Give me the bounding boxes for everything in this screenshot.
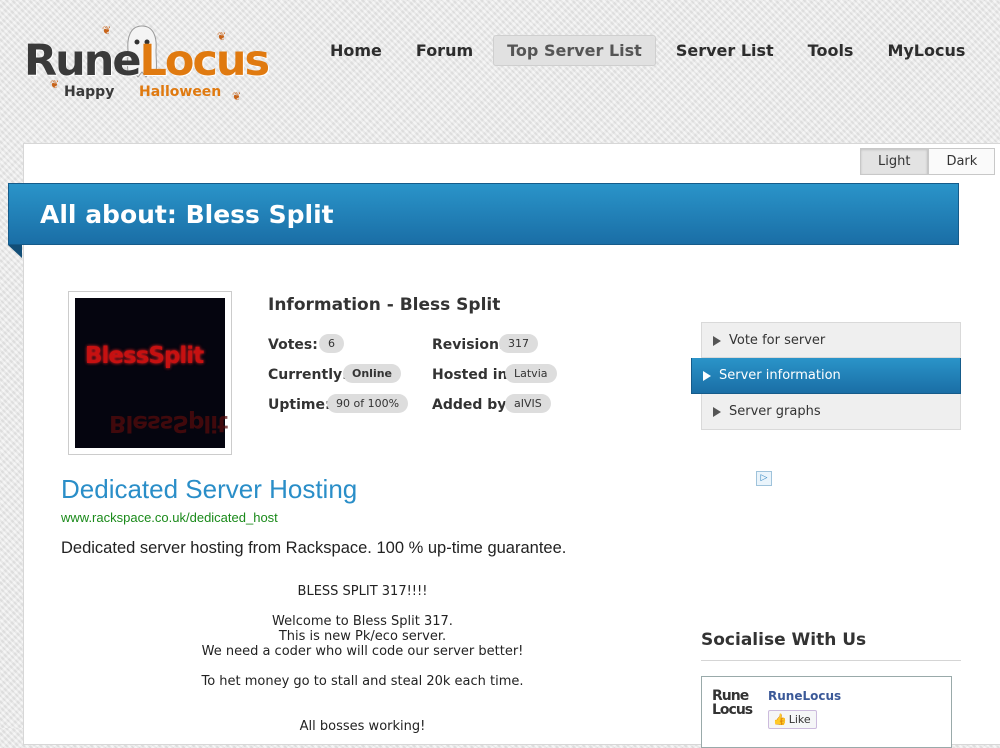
logo-word-rune: Rune (24, 36, 141, 86)
nav-mylocus[interactable]: MyLocus (873, 35, 979, 66)
caret-right-icon (713, 407, 721, 417)
fb-like-label: Like (788, 713, 811, 726)
banner-fold (8, 245, 22, 258)
page-title: All about: Bless Split (40, 200, 334, 229)
leaf-icon: ❦ (232, 90, 242, 103)
server-banner-image: BlessSplit BlessSplit (68, 291, 232, 455)
added-by-value[interactable]: aIVIS (505, 394, 551, 413)
votes-value: 6 (319, 334, 344, 353)
status-badge: Online (343, 364, 402, 383)
fb-like-button[interactable]: 👍 Like (768, 710, 817, 729)
theme-light-button[interactable]: Light (860, 148, 929, 175)
description-line: This is new Pk/eco server. (278, 629, 447, 644)
nav-tools[interactable]: Tools (794, 35, 868, 66)
divider (701, 660, 961, 661)
facebook-widget: Rune Locus RuneLocus 👍 Like (701, 676, 952, 748)
menu-graphs-label: Server graphs (729, 404, 821, 419)
logo-word-locus: Locus (139, 36, 271, 86)
server-image-text: BlessSplit (85, 343, 204, 369)
nav-top-server-list[interactable]: Top Server List (493, 35, 656, 66)
menu-vote-for-server[interactable]: Vote for server (701, 322, 961, 358)
socialise-heading: Socialise With Us (701, 630, 867, 650)
description-line: We need a coder who will code our server… (201, 644, 524, 659)
uptime-label: Uptime: (268, 397, 331, 413)
caret-right-icon (713, 336, 721, 346)
menu-server-graphs[interactable]: Server graphs (701, 394, 961, 430)
logo-halloween-text: Halloween (139, 84, 222, 100)
description-line: To het money go to stall and steal 20k e… (201, 674, 524, 689)
uptime-value: 90 of 100% (327, 394, 409, 413)
logo-happy-text: Happy (64, 84, 115, 100)
ad-title-link[interactable]: Dedicated Server Hosting (61, 474, 357, 505)
theme-toggle: Light Dark (860, 148, 996, 175)
adchoices-icon[interactable]: ▷ (756, 471, 772, 486)
theme-dark-button[interactable]: Dark (928, 148, 996, 175)
fb-page-name[interactable]: RuneLocus (768, 689, 841, 703)
leaf-icon: ❦ (50, 78, 60, 91)
leaf-icon: ❦ (217, 30, 227, 43)
info-title: Information - Bless Split (268, 295, 501, 315)
hosted-value: Latvia (505, 364, 557, 383)
description-heading: BLESS SPLIT 317!!!! (297, 584, 428, 599)
site-logo[interactable]: RuneLocus Happy Halloween ❦ ❦ ❦ ❦ (22, 24, 270, 108)
description-line: Welcome to Bless Split 317. (272, 614, 453, 629)
nav-forum[interactable]: Forum (402, 35, 487, 66)
menu-info-label: Server information (719, 368, 841, 383)
nav-server-list[interactable]: Server List (662, 35, 788, 66)
description-line: All bosses working! (299, 719, 426, 734)
hosted-label: Hosted in: (432, 367, 514, 383)
fb-logo-line2: Locus (712, 702, 753, 718)
thumbs-up-icon: 👍 (773, 713, 787, 726)
page-banner: All about: Bless Split (8, 183, 959, 245)
menu-vote-label: Vote for server (729, 333, 826, 348)
menu-server-information[interactable]: Server information (691, 358, 961, 394)
server-description: BLESS SPLIT 317!!!! Welcome to Bless Spl… (130, 584, 595, 734)
server-image-reflection: BlessSplit (109, 410, 228, 436)
ad-description: Dedicated server hosting from Rackspace.… (61, 539, 567, 557)
currently-label: Currently: (268, 367, 348, 383)
revision-label: Revision: (432, 337, 505, 353)
fb-page-logo[interactable]: Rune Locus (712, 689, 764, 729)
nav-home[interactable]: Home (316, 35, 396, 66)
ad-url-link[interactable]: www.rackspace.co.uk/dedicated_host (61, 510, 278, 525)
leaf-icon: ❦ (102, 24, 112, 37)
votes-label: Votes: (268, 337, 318, 353)
revision-value: 317 (499, 334, 538, 353)
main-nav: Home Forum Top Server List Server List T… (316, 35, 985, 66)
logo-wordmark: RuneLocus (24, 36, 271, 86)
caret-right-icon (703, 371, 711, 381)
server-side-menu: Vote for server Server information Serve… (691, 322, 961, 430)
added-by-label: Added by: (432, 397, 513, 413)
server-image-canvas: BlessSplit BlessSplit (75, 298, 228, 448)
